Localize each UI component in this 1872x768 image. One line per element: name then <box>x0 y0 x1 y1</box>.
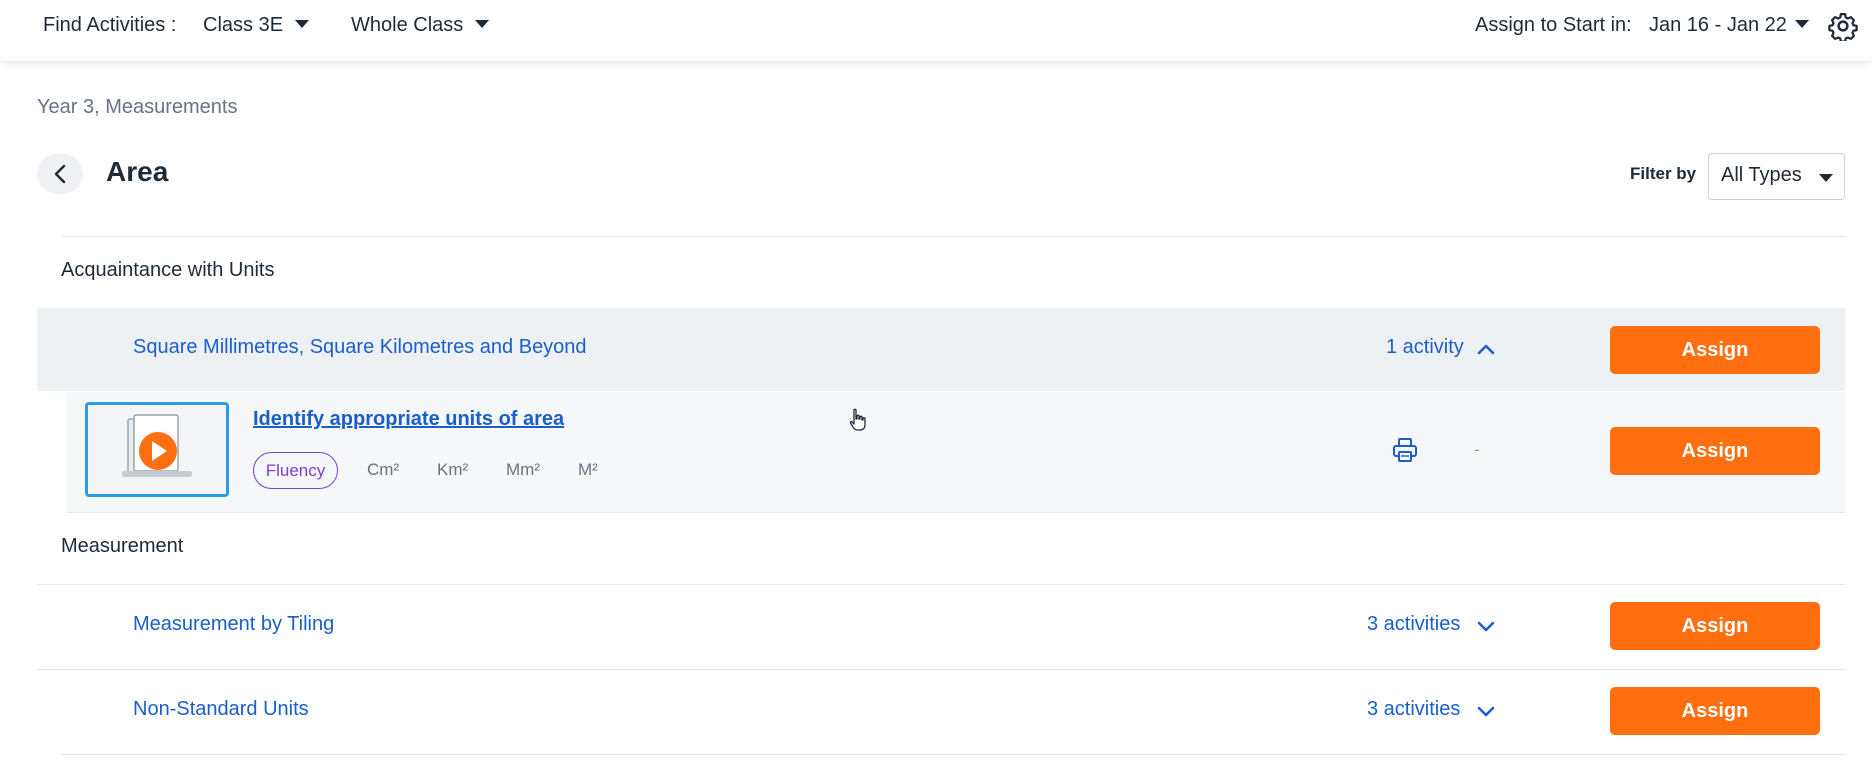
chevron-down-icon[interactable] <box>1477 620 1495 632</box>
chevron-down-icon <box>475 19 490 28</box>
date-range-value: Jan 16 - Jan 22 <box>1649 14 1787 36</box>
top-bar: Find Activities : Class 3E Whole Class A… <box>0 0 1872 62</box>
class-dropdown-value: Class 3E <box>203 14 284 36</box>
filter-label: Filter by <box>1630 164 1697 183</box>
hand-cursor-icon <box>849 408 866 431</box>
filter-type-select[interactable]: All Types <box>1708 153 1845 200</box>
divider <box>61 236 1845 237</box>
assign-button[interactable]: Assign <box>1610 326 1820 374</box>
keyword-tag: Cm² <box>367 460 400 479</box>
assign-button[interactable]: Assign <box>1610 687 1820 735</box>
back-button[interactable] <box>37 154 83 194</box>
page-title: Area <box>106 156 169 187</box>
activity-count[interactable]: 3 activities <box>1367 613 1460 636</box>
filter-type-value: All Types <box>1721 164 1802 186</box>
activity-status: - <box>1474 440 1480 459</box>
class-dropdown[interactable]: Class 3E <box>203 14 310 37</box>
chevron-up-icon[interactable] <box>1477 343 1495 355</box>
keyword-tag: Km² <box>437 460 469 479</box>
assign-button[interactable]: Assign <box>1610 602 1820 650</box>
divider <box>37 669 1845 670</box>
assign-button[interactable]: Assign <box>1610 427 1820 475</box>
chevron-left-icon <box>54 164 66 184</box>
video-play-icon <box>88 405 226 494</box>
gear-icon[interactable] <box>1828 11 1858 41</box>
topic-link[interactable]: Non-Standard Units <box>133 698 309 721</box>
topic-link[interactable]: Square Millimetres, Square Kilometres an… <box>133 336 587 359</box>
fluency-tag: Fluency <box>253 452 338 489</box>
keyword-tag: M² <box>578 460 598 479</box>
divider <box>37 584 1845 585</box>
activity-count[interactable]: 3 activities <box>1367 698 1460 721</box>
chevron-down-icon <box>1794 19 1809 28</box>
section-title: Measurement <box>61 535 184 557</box>
find-activities-label: Find Activities : <box>43 14 177 36</box>
activity-title-link[interactable]: Identify appropriate units of area <box>253 408 564 431</box>
divider <box>61 754 1845 755</box>
chevron-down-icon[interactable] <box>1477 705 1495 717</box>
group-dropdown[interactable]: Whole Class <box>351 14 490 37</box>
date-range-dropdown[interactable]: Jan 16 - Jan 22 <box>1649 14 1809 37</box>
chevron-down-icon <box>295 19 310 28</box>
activity-count[interactable]: 1 activity <box>1386 336 1464 359</box>
keyword-tag: Mm² <box>506 460 540 479</box>
breadcrumb[interactable]: Year 3, Measurements <box>37 96 237 119</box>
assign-start-label: Assign to Start in: <box>1475 14 1632 36</box>
printer-icon[interactable] <box>1392 437 1418 463</box>
divider <box>67 512 1845 513</box>
activity-thumbnail[interactable] <box>85 402 229 497</box>
group-dropdown-value: Whole Class <box>351 14 464 36</box>
section-title: Acquaintance with Units <box>61 259 275 281</box>
chevron-down-icon <box>1819 174 1833 182</box>
topic-link[interactable]: Measurement by Tiling <box>133 613 334 636</box>
